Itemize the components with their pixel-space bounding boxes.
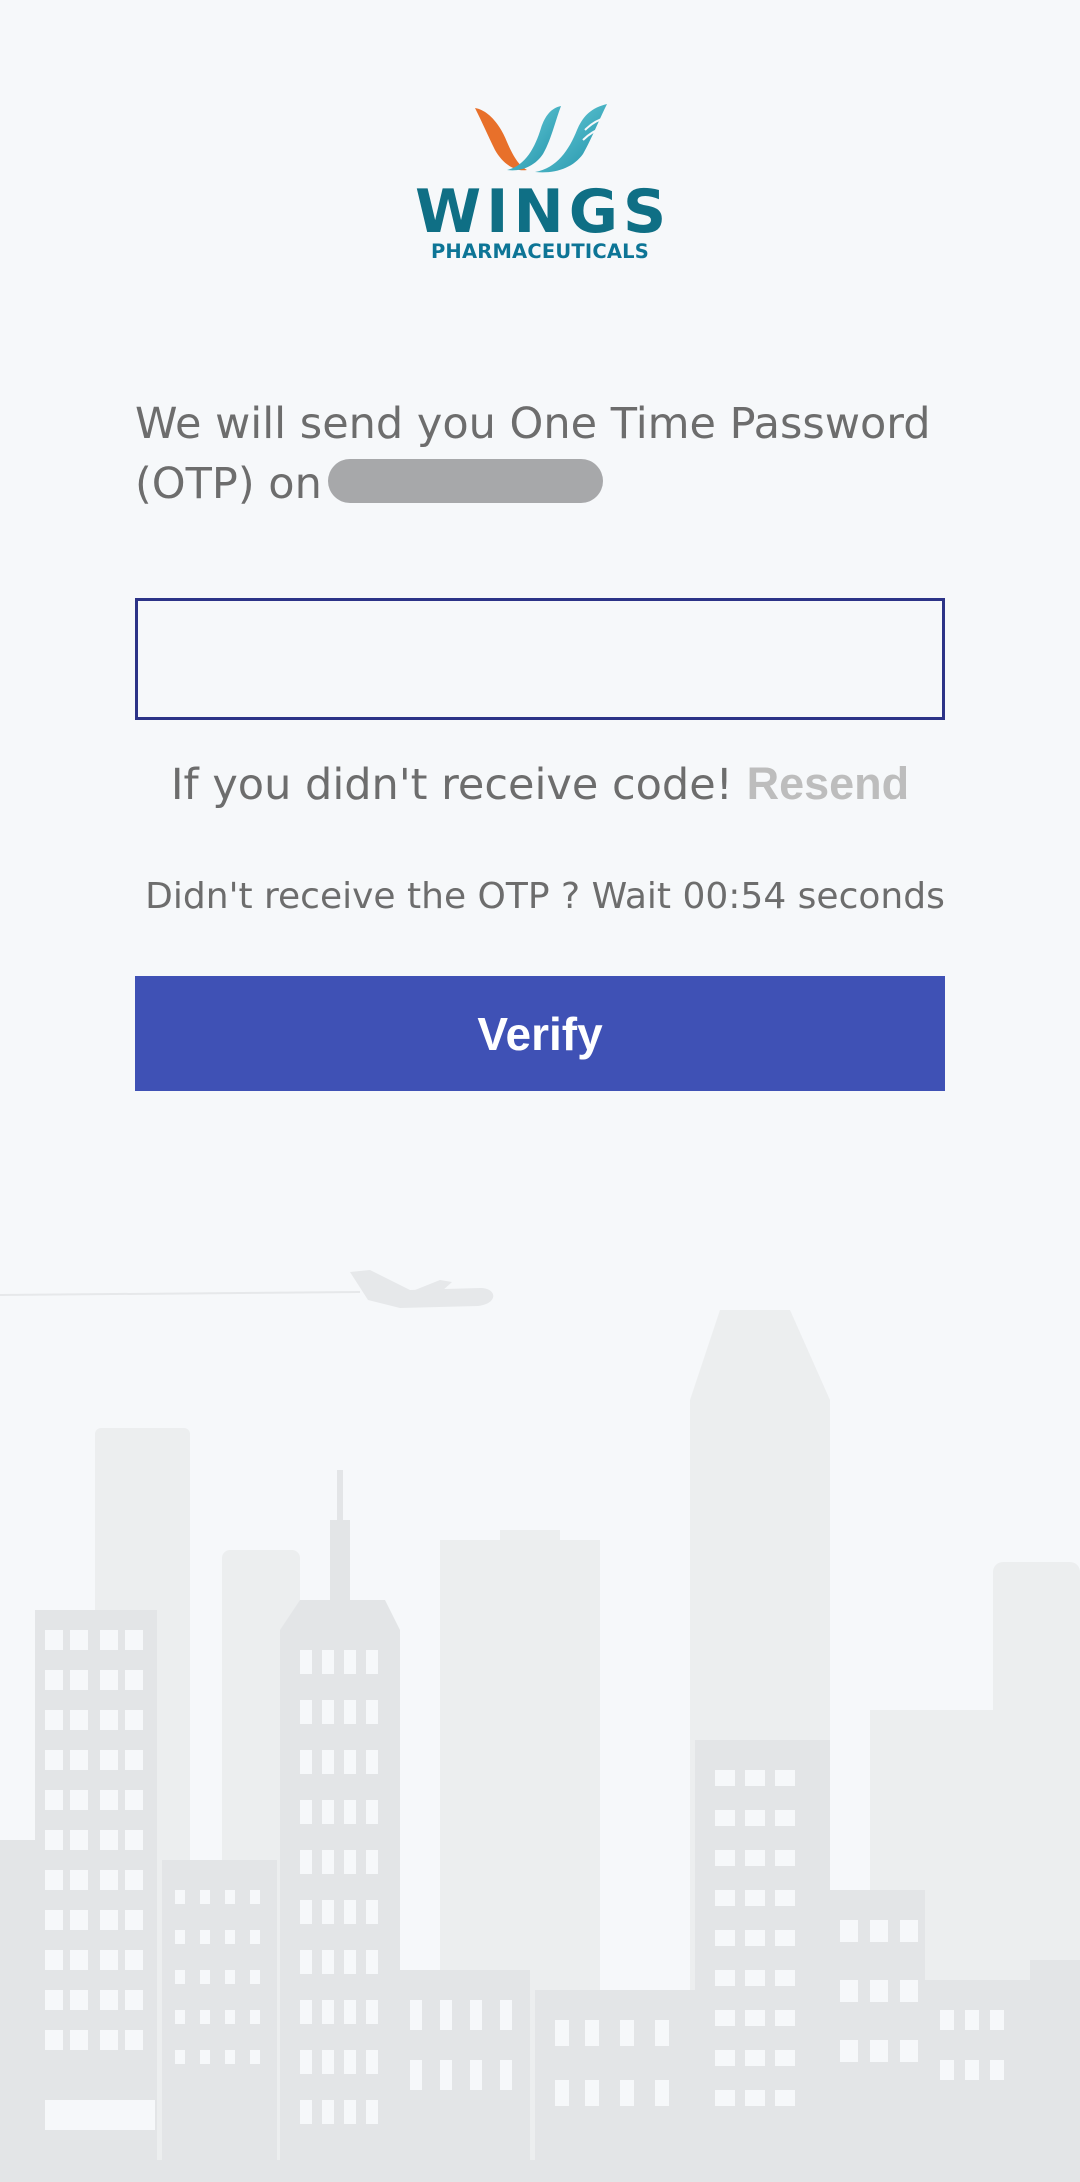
- otp-input[interactable]: [135, 598, 945, 720]
- wings-logo: WINGS PHARMACEUTICALS: [415, 100, 672, 270]
- otp-instruction: We will send you One Time Password (OTP)…: [135, 394, 955, 514]
- airplane-icon: [0, 1270, 494, 1308]
- resend-row: If you didn't receive code! Resend: [135, 754, 945, 815]
- otp-wait-countdown: Didn't receive the OTP ? Wait 00:54 seco…: [145, 876, 945, 917]
- logo-wordmark: WINGS: [415, 177, 672, 247]
- logo-tagline: PHARMACEUTICALS: [430, 240, 650, 263]
- city-skyline-illustration: [0, 1270, 1080, 2182]
- resend-prompt: If you didn't receive code!: [170, 760, 733, 810]
- redacted-phone-number: [327, 458, 603, 503]
- resend-link[interactable]: Resend: [747, 758, 910, 809]
- verify-button[interactable]: Verify: [135, 976, 945, 1091]
